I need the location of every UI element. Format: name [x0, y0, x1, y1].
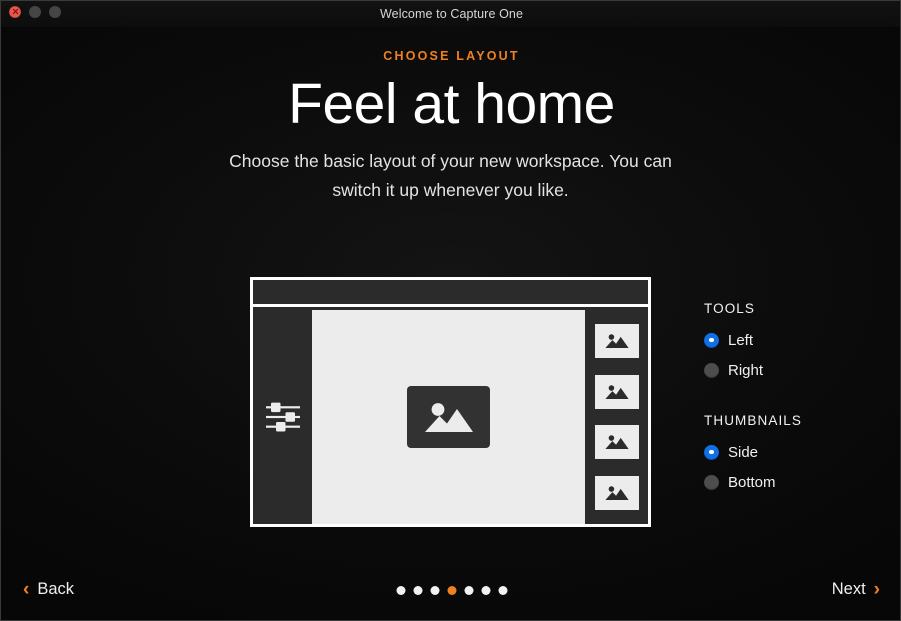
image-placeholder-icon [604, 385, 629, 399]
title-bar: Welcome to Capture One [1, 1, 900, 27]
radio-button-icon[interactable] [704, 474, 719, 490]
pagination-dot[interactable] [413, 586, 422, 595]
option-group-tools: TOOLS Left Right [704, 301, 884, 383]
maximize-window-icon [49, 6, 61, 18]
preview-toolbar-bar [253, 280, 648, 307]
preview-thumbnail-strip [585, 310, 648, 524]
radio-option-tools-left[interactable]: Left [704, 327, 884, 353]
radio-option-thumbnails-side[interactable]: Side [704, 439, 884, 465]
wizard-footer: ‹ Back Next › [1, 564, 900, 620]
radio-label: Left [728, 331, 754, 349]
radio-button-icon[interactable] [704, 332, 719, 348]
next-button-label: Next [831, 580, 866, 598]
preview-thumbnail [594, 425, 639, 460]
image-placeholder-icon [604, 486, 629, 500]
pagination-dot[interactable] [396, 586, 405, 595]
minimize-window-icon [29, 6, 41, 18]
pagination-dot[interactable] [464, 586, 473, 595]
image-placeholder-icon [604, 334, 629, 349]
radio-label: Side [728, 443, 759, 461]
pagination-dot[interactable] [498, 586, 507, 595]
welcome-window: Welcome to Capture One CHOOSE LAYOUT Fee… [0, 0, 901, 621]
radio-option-tools-right[interactable]: Right [704, 357, 884, 383]
option-group-label: THUMBNAILS [704, 413, 803, 428]
page-eyebrow: CHOOSE LAYOUT [383, 49, 520, 63]
preview-thumbnail [594, 324, 639, 359]
window-title: Welcome to Capture One [379, 7, 523, 21]
radio-label: Right [728, 361, 764, 379]
preview-thumbnail [594, 475, 639, 510]
pagination-dots [396, 586, 507, 595]
radio-button-icon[interactable] [704, 444, 719, 460]
radio-button-icon[interactable] [704, 362, 719, 378]
image-placeholder-icon [604, 435, 629, 450]
sliders-icon [265, 402, 300, 432]
chevron-right-icon: › [873, 579, 880, 600]
preview-tools-panel [253, 310, 312, 524]
back-button-label: Back [37, 580, 75, 598]
pagination-dot[interactable] [481, 586, 490, 595]
close-window-icon[interactable] [9, 6, 21, 18]
layout-options-panel: TOOLS Left Right THUMBNAILS Side Bottom [704, 301, 884, 499]
option-group-thumbnails: THUMBNAILS Side Bottom [704, 413, 884, 495]
radio-label: Bottom [728, 473, 776, 491]
pagination-dot[interactable] [430, 586, 439, 595]
next-button[interactable]: Next › [832, 580, 880, 599]
preview-thumbnail [594, 374, 639, 409]
preview-canvas-area [312, 310, 585, 524]
page-title: Feel at home [288, 72, 615, 136]
radio-option-thumbnails-bottom[interactable]: Bottom [704, 469, 884, 495]
layout-preview [250, 277, 651, 527]
back-button[interactable]: ‹ Back [23, 580, 74, 599]
preview-body [253, 310, 648, 524]
image-placeholder-icon [424, 403, 473, 432]
option-group-label: TOOLS [704, 301, 756, 316]
page-subtitle: Choose the basic layout of your new work… [229, 151, 672, 200]
chevron-left-icon: ‹ [23, 579, 30, 600]
pagination-dot-active[interactable] [447, 586, 456, 595]
traffic-light-controls [9, 6, 61, 18]
preview-main-image [407, 386, 490, 448]
